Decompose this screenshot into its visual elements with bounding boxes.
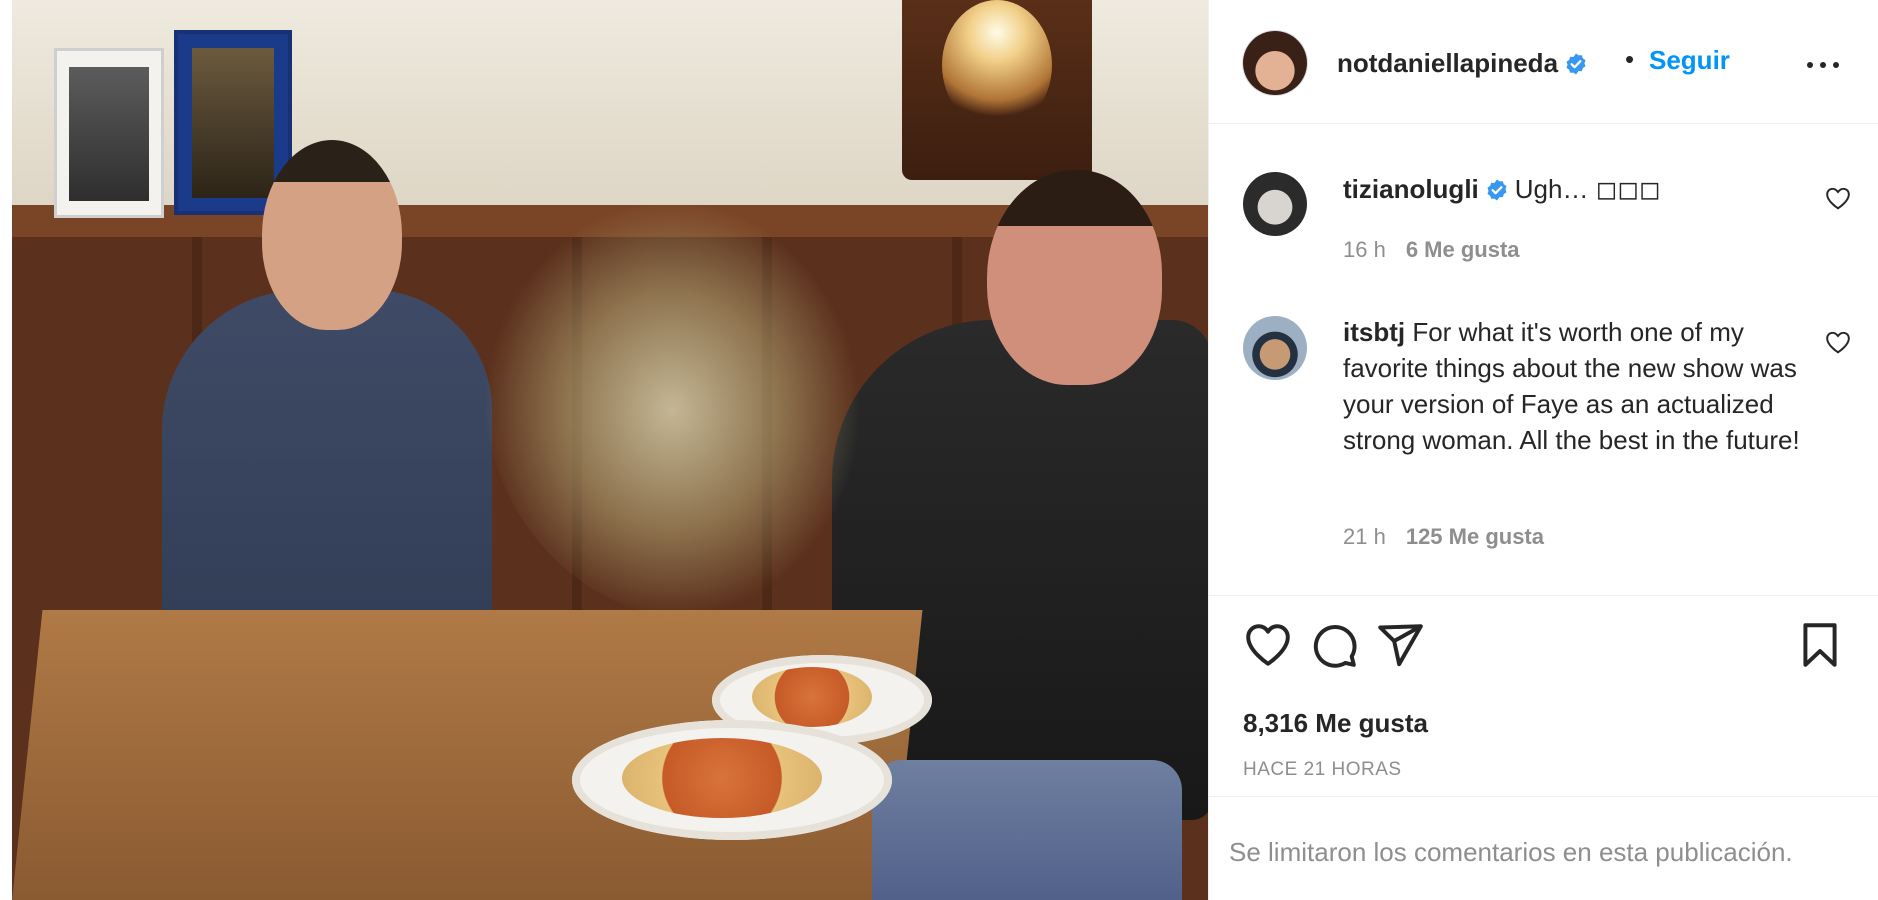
commenter-username[interactable]: tizianolugli	[1343, 174, 1479, 204]
photo-plate-front	[572, 720, 892, 840]
commenter-username[interactable]: itsbtj	[1343, 317, 1405, 347]
post-sidebar: notdaniellapineda • Seguir tizianolugli …	[1208, 0, 1878, 900]
commenter-avatar[interactable]	[1243, 172, 1307, 236]
photo-woman-head	[987, 170, 1162, 385]
post-actions-bar	[1209, 620, 1878, 680]
post-photo[interactable]	[12, 0, 1208, 900]
bookmark-icon[interactable]	[1795, 620, 1845, 670]
header-separator: •	[1625, 44, 1635, 74]
owner-username[interactable]: notdaniellapineda	[1337, 48, 1588, 79]
comment-time[interactable]: 21 h	[1343, 524, 1386, 549]
comment-time[interactable]: 16 h	[1343, 237, 1386, 262]
post-header: notdaniellapineda • Seguir	[1209, 0, 1878, 124]
comments-limited-text: Se limitaron los comentarios en esta pub…	[1229, 837, 1793, 867]
post-timestamp[interactable]: HACE 21 HORAS	[1243, 759, 1402, 781]
photo-wall-lamp	[902, 0, 1092, 180]
comment-like-icon[interactable]	[1825, 330, 1851, 354]
post-likes-count[interactable]: 8,316 Me gusta	[1243, 708, 1428, 739]
photo-woman-jeans	[872, 760, 1182, 900]
more-options-icon[interactable]	[1803, 52, 1843, 76]
comment-meta: 21 h 125 Me gusta	[1343, 524, 1544, 550]
paper-plane-icon[interactable]	[1375, 620, 1425, 670]
comment-text: tizianolugli Ugh… ◻◻◻	[1343, 171, 1803, 207]
owner-avatar[interactable]	[1243, 31, 1307, 95]
follow-button[interactable]: Seguir	[1649, 45, 1730, 76]
photo-picture-frame-left	[54, 48, 164, 218]
verified-badge-icon	[1487, 179, 1507, 201]
heart-icon[interactable]	[1243, 620, 1293, 670]
comment-body: For what it's worth one of my favorite t…	[1343, 317, 1800, 455]
comment-like-icon[interactable]	[1825, 186, 1851, 210]
comments-list[interactable]: tizianolugli Ugh… ◻◻◻ 16 h 6 Me gusta its…	[1209, 124, 1878, 596]
comment-body: Ugh… ◻◻◻	[1514, 174, 1661, 204]
verified-badge-icon	[1566, 53, 1586, 75]
comment-likes[interactable]: 6 Me gusta	[1406, 237, 1520, 262]
comment-likes[interactable]: 125 Me gusta	[1406, 524, 1544, 549]
comment-bubble-icon[interactable]	[1309, 620, 1359, 670]
comment-text: itsbtj For what it's worth one of my fav…	[1343, 314, 1803, 458]
commenter-avatar[interactable]	[1243, 316, 1307, 380]
comment-meta: 16 h 6 Me gusta	[1343, 237, 1520, 263]
comments-limited-notice: Se limitaron los comentarios en esta pub…	[1209, 796, 1878, 900]
photo-man-head	[262, 140, 402, 330]
